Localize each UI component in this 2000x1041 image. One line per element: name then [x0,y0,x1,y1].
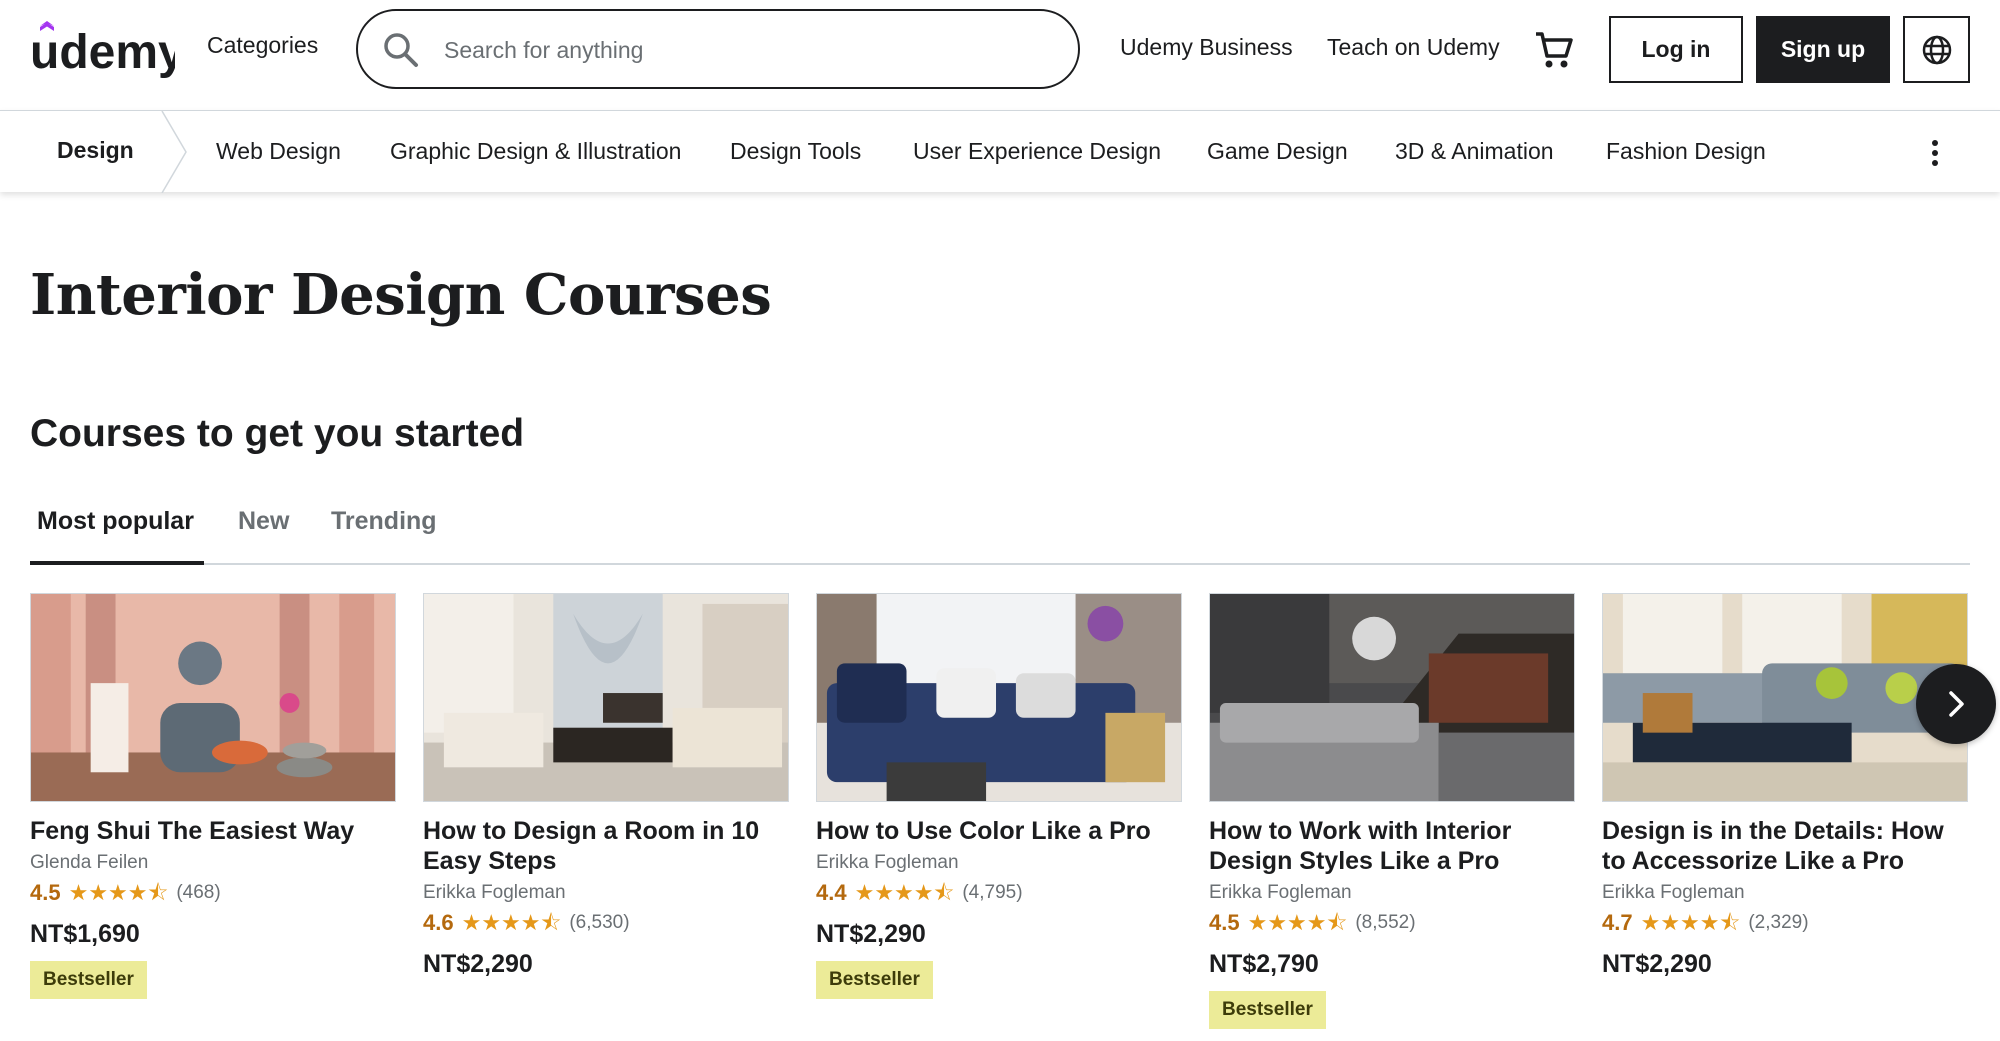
course-thumbnail[interactable] [816,593,1182,802]
course-title[interactable]: How to Design a Room in 10 Easy Steps [423,816,789,876]
tab-trending[interactable]: Trending [331,507,437,536]
course-tabs: Most popular New Trending [30,495,1970,565]
course-thumbnail[interactable] [1602,593,1968,802]
category-subnav: Design Web Design Graphic Design & Illus… [0,110,2000,193]
rating-value: 4.6 [423,910,454,935]
course-author: Erikka Fogleman [816,852,959,873]
course-price: NT$2,290 [423,950,533,978]
subnav-item-graphic-design[interactable]: Graphic Design & Illustration [390,138,681,165]
subnav-current-category[interactable]: Design [57,137,134,164]
search-icon[interactable] [382,31,420,69]
course-thumbnail[interactable] [30,593,396,802]
page-title: Interior Design Courses [30,262,772,328]
star-rating-icon: ★★★★ ⯪ [68,880,169,905]
section-title: Courses to get you started [30,412,525,455]
course-thumbnail[interactable] [1209,593,1575,802]
star-rating-icon: ★★★★ ⯪ [461,910,562,935]
course-title[interactable]: Feng Shui The Easiest Way [30,816,396,846]
active-tab-indicator [30,561,204,565]
subnav-item-3d-animation[interactable]: 3D & Animation [1395,138,1554,165]
review-count: (8,552) [1355,912,1416,933]
shopping-cart-icon[interactable] [1532,28,1576,72]
signup-button[interactable]: Sign up [1756,16,1890,83]
search-bar[interactable] [356,9,1080,89]
subnav-item-fashion-design[interactable]: Fashion Design [1606,138,1766,165]
subnav-item-game-design[interactable]: Game Design [1207,138,1348,165]
course-rating: 4.4 ★★★★ ⯪ (4,795) [816,880,1182,906]
star-rating-icon: ★★★★ ⯪ [854,880,955,905]
login-button[interactable]: Log in [1609,16,1743,83]
course-price: NT$2,290 [816,920,926,948]
rating-value: 4.5 [1209,910,1240,935]
bestseller-badge: Bestseller [1209,991,1326,1029]
search-input[interactable] [444,27,1044,73]
course-rating: 4.7 ★★★★ ⯪ (2,329) [1602,910,1968,936]
review-count: (6,530) [569,912,630,933]
course-rating: 4.6 ★★★★ ⯪ (6,530) [423,910,789,936]
course-title[interactable]: Design is in the Details: How to Accesso… [1602,816,1968,876]
course-card[interactable]: Design is in the Details: How to Accesso… [1602,593,1968,979]
course-author: Glenda Feilen [30,852,149,873]
language-button[interactable] [1903,16,1970,83]
globe-icon [1922,35,1951,64]
udemy-logo[interactable]: udemy [30,18,175,80]
more-options-icon[interactable] [1920,133,1950,173]
course-title[interactable]: How to Use Color Like a Pro [816,816,1182,846]
course-card[interactable]: How to Design a Room in 10 Easy Steps Er… [423,593,789,979]
course-price: NT$2,790 [1209,950,1319,978]
course-card[interactable]: Feng Shui The Easiest Way Glenda Feilen … [30,593,396,999]
course-title[interactable]: How to Work with Interior Design Styles … [1209,816,1575,876]
subnav-item-web-design[interactable]: Web Design [216,138,341,165]
star-rating-icon: ★★★★ ⯪ [1640,910,1741,935]
course-rating: 4.5 ★★★★ ⯪ (8,552) [1209,910,1575,936]
bestseller-badge: Bestseller [30,961,147,999]
udemy-business-link[interactable]: Udemy Business [1120,34,1293,61]
rating-value: 4.4 [816,880,847,905]
chevron-right-icon [1949,691,1964,717]
rating-value: 4.5 [30,880,61,905]
course-price: NT$1,690 [30,920,140,948]
tab-most-popular[interactable]: Most popular [37,507,194,536]
tab-new[interactable]: New [238,507,289,536]
course-card[interactable]: How to Use Color Like a Pro Erikka Fogle… [816,593,1182,999]
breadcrumb-chevron-icon [161,111,187,193]
star-rating-icon: ★★★★ ⯪ [1247,910,1348,935]
review-count: (4,795) [962,882,1023,903]
top-header: udemy Categories Udemy Business Teach on… [0,0,2000,110]
review-count: (2,329) [1748,912,1809,933]
categories-menu[interactable]: Categories [207,32,318,59]
rating-value: 4.7 [1602,910,1633,935]
review-count: (468) [176,882,221,903]
course-author: Erikka Fogleman [1209,882,1352,903]
course-price: NT$2,290 [1602,950,1712,978]
carousel-next-button[interactable] [1916,664,1996,744]
course-author: Erikka Fogleman [423,882,566,903]
svg-text:udemy: udemy [30,26,175,79]
course-thumbnail[interactable] [423,593,789,802]
subnav-item-ux-design[interactable]: User Experience Design [913,138,1161,165]
subnav-item-design-tools[interactable]: Design Tools [730,138,861,165]
course-rating: 4.5 ★★★★ ⯪ (468) [30,880,396,906]
teach-on-udemy-link[interactable]: Teach on Udemy [1327,34,1500,61]
course-card[interactable]: How to Work with Interior Design Styles … [1209,593,1575,1029]
course-author: Erikka Fogleman [1602,882,1745,903]
bestseller-badge: Bestseller [816,961,933,999]
